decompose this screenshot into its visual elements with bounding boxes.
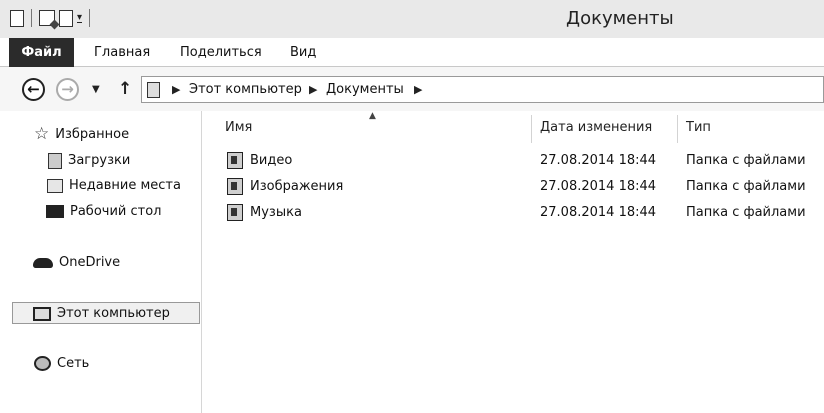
back-button[interactable]: ← (22, 78, 45, 101)
navigation-pane: ☆ Избранное Загрузки Недавние места Рабоч… (0, 111, 202, 413)
sidebar-item-label: Этот компьютер (57, 306, 170, 321)
sidebar-item-label: Рабочий стол (70, 204, 162, 219)
downloads-icon (48, 152, 62, 169)
music-folder-icon (227, 204, 243, 221)
breadcrumb-documents[interactable]: Документы (326, 82, 404, 97)
sidebar-item-label: Сеть (57, 356, 90, 371)
breadcrumb-separator-icon[interactable]: ▶ (172, 83, 180, 96)
properties-icon[interactable] (10, 9, 24, 27)
tab-home[interactable]: Главная (94, 38, 150, 67)
file-name: Музыка (250, 205, 302, 220)
sidebar-item-onedrive[interactable]: OneDrive (33, 252, 120, 274)
column-header-name[interactable]: Имя (225, 121, 252, 145)
new-document-icon[interactable] (39, 10, 55, 26)
table-row[interactable]: Видео 27.08.2014 18:44 Папка с файлами (203, 149, 824, 173)
forward-button[interactable]: → (56, 78, 79, 101)
file-type: Папка с файлами (686, 179, 806, 194)
ribbon-tabs: Файл Главная Поделиться Вид (0, 38, 824, 67)
file-date-modified: 27.08.2014 18:44 (540, 205, 657, 220)
title-bar: ▾ Документы (0, 0, 824, 38)
sidebar-item-network[interactable]: Сеть (34, 353, 89, 375)
breadcrumb-this-pc[interactable]: Этот компьютер (189, 82, 302, 97)
cloud-icon (33, 257, 53, 268)
column-separator[interactable] (677, 115, 678, 143)
column-header-type[interactable]: Тип (686, 121, 711, 145)
sidebar-item-this-pc[interactable]: Этот компьютер (12, 302, 200, 324)
toolbar-separator (31, 9, 32, 27)
tab-file[interactable]: Файл (9, 38, 74, 67)
video-folder-icon (227, 152, 243, 169)
sidebar-item-downloads[interactable]: Загрузки (48, 150, 130, 172)
toolbar-separator (89, 9, 91, 27)
navigation-bar: ← → ▼ ↑ ▶ Этот компьютер ▶ Документы ▶ (0, 67, 824, 111)
breadcrumb-separator-icon[interactable]: ▶ (414, 83, 422, 96)
file-type: Папка с файлами (686, 153, 806, 168)
sidebar-item-recent-places[interactable]: Недавние места (47, 175, 181, 197)
address-computer-icon (147, 82, 160, 98)
window-title: Документы (566, 8, 674, 29)
sidebar-item-label: OneDrive (59, 255, 121, 270)
customize-toolbar-dropdown-icon[interactable]: ▾ (77, 13, 83, 23)
file-type: Папка с файлами (686, 205, 806, 220)
file-name: Изображения (250, 179, 344, 194)
recent-places-icon (47, 178, 63, 193)
table-row[interactable]: Изображения 27.08.2014 18:44 Папка с фай… (203, 175, 824, 199)
up-button[interactable]: ↑ (118, 79, 132, 99)
file-date-modified: 27.08.2014 18:44 (540, 179, 657, 194)
star-icon: ☆ (34, 124, 50, 144)
network-icon (34, 356, 51, 371)
sidebar-item-label: Недавние места (69, 178, 181, 193)
column-separator[interactable] (531, 115, 532, 143)
file-name: Видео (250, 153, 293, 168)
file-list: ▲ Имя Дата изменения Тип Видео 27.08.201… (203, 111, 824, 413)
sidebar-item-favorites[interactable]: ☆ Избранное (34, 124, 129, 146)
breadcrumb-separator-icon[interactable]: ▶ (309, 83, 317, 96)
quick-access-toolbar: ▾ (10, 9, 93, 27)
column-header-date-modified[interactable]: Дата изменения (540, 121, 652, 145)
sidebar-item-label: Избранное (55, 127, 130, 142)
sidebar-item-desktop[interactable]: Рабочий стол (46, 201, 161, 223)
sort-ascending-icon: ▲ (369, 111, 376, 121)
tab-view[interactable]: Вид (290, 38, 316, 67)
file-date-modified: 27.08.2014 18:44 (540, 153, 657, 168)
pictures-folder-icon (227, 178, 243, 195)
computer-icon (33, 306, 51, 321)
new-folder-icon[interactable] (59, 9, 73, 27)
sidebar-item-label: Загрузки (68, 153, 131, 168)
address-bar[interactable]: ▶ Этот компьютер ▶ Документы ▶ (141, 76, 824, 103)
tab-share[interactable]: Поделиться (180, 38, 262, 67)
recent-locations-dropdown-icon[interactable]: ▼ (92, 84, 100, 95)
desktop-icon (46, 205, 64, 218)
table-row[interactable]: Музыка 27.08.2014 18:44 Папка с файлами (203, 201, 824, 225)
